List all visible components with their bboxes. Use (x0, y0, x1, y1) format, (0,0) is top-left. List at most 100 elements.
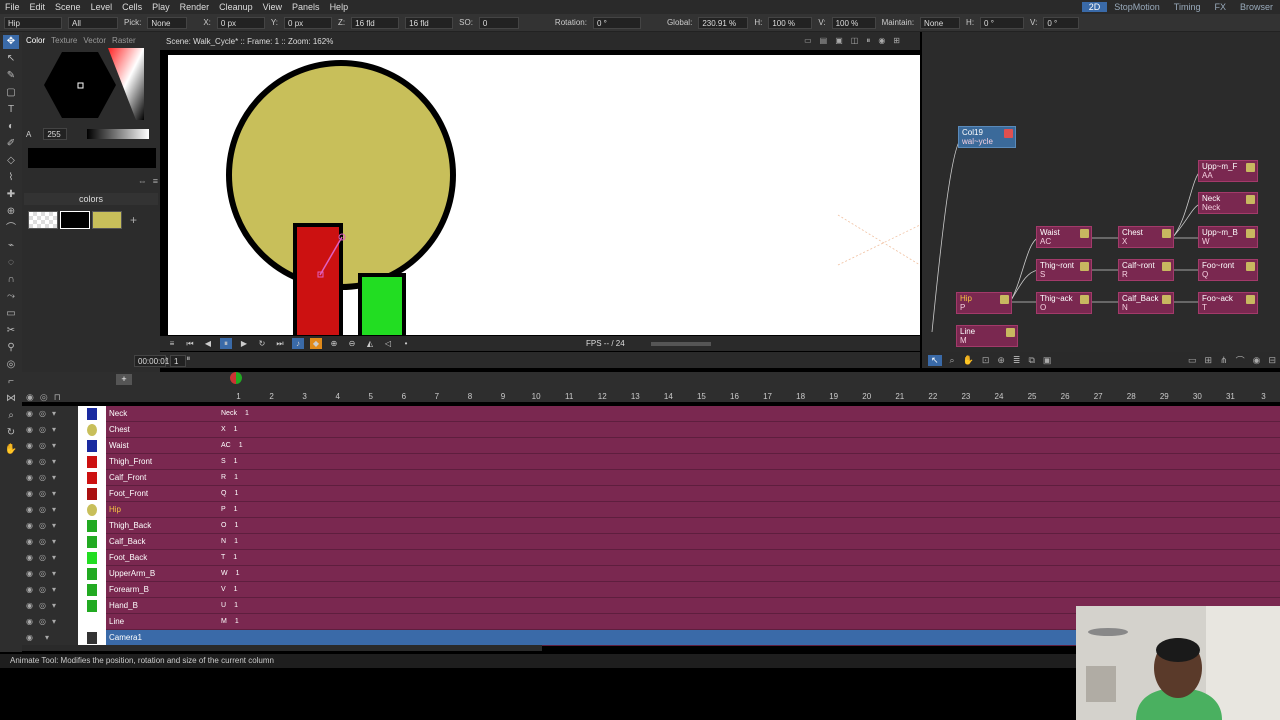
frame-number[interactable]: 25 (1016, 392, 1049, 404)
xsheet-row[interactable]: ◉ ◎ ▾ Foot_Front Q 1 (22, 485, 1280, 502)
frame-number[interactable]: 14 (652, 392, 685, 404)
column-name[interactable]: Hip (106, 505, 218, 514)
focus-icon[interactable]: ⊕ (997, 355, 1005, 366)
column-name[interactable]: Neck (106, 409, 218, 418)
frame-number[interactable]: 30 (1181, 392, 1214, 404)
frame-number[interactable]: 31 (1214, 392, 1247, 404)
camstand-toggle-icon[interactable]: ◎ (39, 425, 46, 434)
control-point-icon[interactable]: ⌒ (3, 222, 19, 236)
camstand-visible-icon[interactable]: ◎ (40, 392, 48, 403)
last-frame-icon[interactable]: ⏭ (274, 338, 286, 349)
column-name[interactable]: Foot_Front (106, 489, 218, 498)
room-tab-stopmotion[interactable]: StopMotion (1107, 2, 1167, 12)
expand-icon[interactable]: ▾ (52, 489, 56, 498)
expand-icon[interactable]: ▾ (52, 601, 56, 610)
camstand-toggle-icon[interactable]: ◎ (39, 505, 46, 514)
alpha-slider[interactable] (87, 129, 150, 139)
frame-number[interactable]: 13 (619, 392, 652, 404)
rgb-picker-icon[interactable]: ⊕ (3, 205, 19, 219)
frame-number[interactable]: 3 (288, 392, 321, 404)
current-frame-marker-icon[interactable] (230, 372, 242, 384)
safe-area-icon[interactable]: ▭ (804, 36, 812, 46)
frame-number[interactable]: 12 (586, 392, 619, 404)
frame-number[interactable]: 23 (949, 392, 982, 404)
frame-number[interactable]: 4 (321, 392, 354, 404)
camera-view-icon[interactable]: ▣ (835, 36, 843, 46)
frame-number[interactable]: 16 (718, 392, 751, 404)
menu-scene[interactable]: Scene (50, 2, 86, 12)
xsheet-cell[interactable]: X1 (218, 426, 251, 433)
expand-icon[interactable]: ▾ (45, 633, 49, 642)
preview-toggle-icon[interactable]: ◉ (26, 569, 33, 578)
node-upperarm-front[interactable]: Upp~m_F AA (1198, 160, 1258, 182)
swap-icon[interactable]: ⇔ (138, 176, 147, 188)
fit-icon[interactable]: ⊡ (982, 355, 990, 366)
menu-level[interactable]: Level (86, 2, 118, 12)
rotation-field[interactable]: 0 ° (592, 16, 641, 29)
z2-field[interactable]: 16 fld (405, 16, 454, 29)
first-frame-icon[interactable]: ⏮ (184, 338, 196, 349)
frame-number[interactable]: 1 (222, 392, 255, 404)
hand-mode-icon[interactable]: ✋ (963, 355, 974, 366)
brush-tool-icon[interactable]: ✎ (3, 69, 19, 83)
xsheet-cell[interactable]: Q1 (218, 490, 251, 497)
frame-number[interactable]: 11 (553, 392, 586, 404)
z-field[interactable]: 16 fld (351, 16, 400, 29)
menu-play[interactable]: Play (147, 2, 175, 12)
column-name[interactable]: Chest (106, 425, 218, 434)
frame-number[interactable]: 24 (982, 392, 1015, 404)
field-guide-icon[interactable]: ▤ (820, 36, 828, 46)
frame-number[interactable]: 28 (1115, 392, 1148, 404)
subcamera-icon[interactable]: ⊞ (893, 36, 900, 46)
preview-toggle-icon[interactable]: ◉ (26, 409, 33, 418)
room-tab-timing[interactable]: Timing (1167, 2, 1208, 12)
preview-toggle-icon[interactable]: ◉ (26, 633, 33, 642)
frame-number-field[interactable]: 1 (170, 355, 186, 367)
expand-icon[interactable]: ▾ (52, 457, 56, 466)
preview-toggle-icon[interactable]: ◉ (26, 505, 33, 514)
xsheet-cell[interactable]: Neck 1 (218, 410, 251, 417)
fill-tool-icon[interactable]: ◐ (3, 120, 19, 134)
reorder-icon[interactable]: ≣ (1013, 355, 1021, 366)
node-thigh-back[interactable]: Thig~ack O (1036, 292, 1092, 314)
menu-cells[interactable]: Cells (117, 2, 147, 12)
fps-slider[interactable] (650, 341, 711, 346)
menu-panels[interactable]: Panels (287, 2, 325, 12)
so-field[interactable]: 0 (478, 16, 519, 29)
toggle-icon[interactable]: ⊟ (1268, 355, 1280, 366)
add-style-icon[interactable]: + (130, 213, 137, 227)
prev-frame-icon[interactable]: ◀ (202, 338, 214, 349)
frame-number[interactable]: 22 (916, 392, 949, 404)
global-field[interactable]: 230.91 % (698, 16, 749, 29)
zoom-mode-icon[interactable]: ⌕ (950, 355, 955, 366)
xsheet-cell[interactable]: N1 (218, 538, 251, 545)
preview-visible-icon[interactable]: ◉ (26, 392, 34, 403)
preview-toggle-icon[interactable]: ◉ (26, 457, 33, 466)
eraser-tool-icon[interactable]: ◇ (3, 154, 19, 168)
frame-number[interactable]: 18 (784, 392, 817, 404)
camstand-toggle-icon[interactable]: ◎ (39, 409, 46, 418)
preview-icon[interactable]: ◉ (878, 36, 885, 46)
frame-number[interactable]: 29 (1148, 392, 1181, 404)
xsheet-row[interactable]: ◉ ◎ ▾ UpperArm_B W 1 (22, 565, 1280, 582)
xsheet-row[interactable]: ◉ ◎ ▾ Chest X 1 (22, 421, 1280, 438)
xsheet-cell[interactable]: M1 (218, 618, 251, 625)
frame-number[interactable]: 21 (883, 392, 916, 404)
magnet-tool-icon[interactable]: ∩ (3, 273, 19, 287)
expand-icon[interactable]: ▾ (52, 425, 56, 434)
tab-raster[interactable]: Raster (112, 36, 136, 45)
tab-texture[interactable]: Texture (51, 36, 77, 45)
camstand-toggle-icon[interactable]: ◎ (39, 489, 46, 498)
xsheet-cell[interactable]: AC 1 (218, 442, 251, 449)
style-picker-icon[interactable]: ✚ (3, 188, 19, 202)
node-foot-front[interactable]: Foo~ront Q (1198, 259, 1258, 281)
expand-icon[interactable]: ▾ (52, 537, 56, 546)
h-field[interactable]: 100 % (768, 16, 813, 29)
camstand-toggle-icon[interactable]: ◎ (39, 521, 46, 530)
xsheet-row[interactable]: ◉ ◎ ▾ Neck Neck 1 (22, 405, 1280, 422)
node-chest[interactable]: Chest X (1118, 226, 1174, 248)
frame-number[interactable]: 17 (751, 392, 784, 404)
mode-select[interactable]: All (68, 16, 118, 29)
node-line[interactable]: Line M (956, 325, 1018, 347)
tape-tool-icon[interactable]: ⌇ (3, 171, 19, 185)
